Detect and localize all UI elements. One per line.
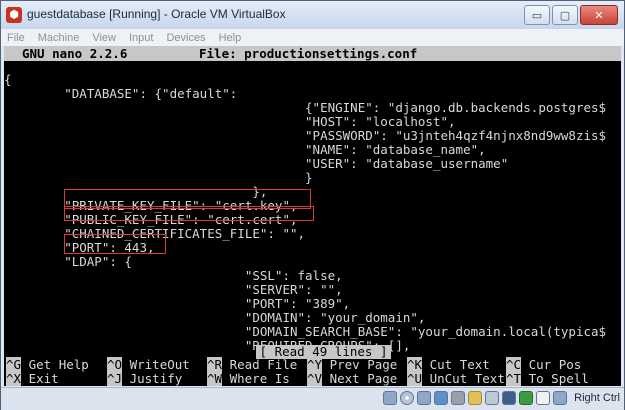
editor-line: "PORT": "389", bbox=[4, 296, 351, 311]
editor-line: { bbox=[4, 72, 12, 87]
editor-line: } bbox=[4, 170, 313, 185]
close-button[interactable]: ✕ bbox=[580, 5, 618, 25]
editor-line: "DOMAIN": "your_domain", bbox=[4, 310, 426, 325]
shortcut-label: Exit bbox=[28, 371, 59, 386]
editor-line: {"ENGINE": "django.db.backends.postgres$ bbox=[4, 100, 607, 115]
menu-machine[interactable]: Machine bbox=[32, 32, 87, 44]
audio-icon[interactable] bbox=[417, 391, 432, 405]
usb-icon[interactable] bbox=[451, 391, 466, 405]
shortcut-key: ^U bbox=[407, 371, 423, 386]
shortcut-read-file[interactable]: ^R Read File bbox=[207, 357, 298, 372]
shortcut-key: ^K bbox=[407, 357, 423, 372]
editor-line: "NAME": "database_name", bbox=[4, 142, 486, 157]
virtualbox-app-icon: ⬢ bbox=[6, 7, 22, 23]
menu-view[interactable]: View bbox=[86, 32, 123, 44]
nano-filename: File: productionsettings.conf bbox=[199, 46, 418, 61]
device-tray: Right Ctrl bbox=[383, 391, 620, 405]
title-bar[interactable]: ⬢ guestdatabase [Running] - Oracle VM Vi… bbox=[1, 1, 624, 30]
editor-line: "SSL": false, bbox=[4, 268, 343, 283]
shortcut-label: Prev Page bbox=[329, 357, 398, 372]
menu-file[interactable]: File bbox=[1, 32, 32, 44]
vm-status-bar: Right Ctrl bbox=[1, 387, 624, 410]
nano-version: GNU nano 2.2.6 bbox=[22, 46, 128, 61]
shortcut-key: ^C bbox=[506, 357, 522, 372]
shortcut-label: Cur Pos bbox=[528, 357, 582, 372]
virtualization-icon bbox=[519, 391, 534, 405]
shortcut-to-spell[interactable]: ^T To Spell bbox=[506, 371, 589, 386]
nano-shortcut-bar: ^G Get Help ^O WriteOut ^R Read File ^Y … bbox=[4, 357, 621, 386]
minimize-button[interactable]: ▭ bbox=[524, 5, 550, 25]
menu-input[interactable]: Input bbox=[123, 32, 160, 44]
vm-display[interactable]: GNU nano 2.2.6 File: productionsettings.… bbox=[4, 46, 621, 386]
restore-button[interactable]: ▢ bbox=[552, 5, 578, 25]
shortcut-prev-page[interactable]: ^Y Prev Page bbox=[307, 357, 398, 372]
shared-folder-icon[interactable] bbox=[468, 391, 483, 405]
shortcut-key: ^G bbox=[6, 357, 22, 372]
shortcut-label: Get Help bbox=[28, 357, 89, 372]
editor-line: "SERVER": "", bbox=[4, 282, 343, 297]
display-icon[interactable] bbox=[485, 391, 500, 405]
shortcut-where-is[interactable]: ^W Where Is bbox=[207, 371, 290, 386]
shortcut-get-help[interactable]: ^G Get Help bbox=[6, 357, 89, 372]
shortcut-cut-text[interactable]: ^K Cut Text bbox=[407, 357, 490, 372]
menu-devices[interactable]: Devices bbox=[160, 32, 212, 44]
hard-disk-icon[interactable] bbox=[383, 391, 398, 405]
editor-line: "HOST": "localhost", bbox=[4, 114, 456, 129]
shortcut-justify[interactable]: ^J Justify bbox=[107, 371, 183, 386]
network-icon[interactable] bbox=[434, 391, 449, 405]
shortcut-next-page[interactable]: ^V Next Page bbox=[307, 371, 398, 386]
shortcut-key: ^V bbox=[307, 371, 323, 386]
shortcut-writeout[interactable]: ^O WriteOut bbox=[107, 357, 190, 372]
keyboard-capture-icon bbox=[553, 391, 568, 405]
virtualbox-window: ⬢ guestdatabase [Running] - Oracle VM Vi… bbox=[0, 0, 625, 410]
nano-status-bar: [ Read 49 lines ] bbox=[4, 344, 621, 359]
shortcut-label: Next Page bbox=[329, 371, 398, 386]
window-controls: ▭ ▢ ✕ bbox=[524, 5, 618, 25]
video-capture-icon[interactable] bbox=[502, 391, 517, 405]
optical-drive-icon[interactable] bbox=[400, 391, 415, 405]
highlight-public-key bbox=[64, 206, 314, 221]
shortcut-key: ^T bbox=[506, 371, 522, 386]
host-key-label: Right Ctrl bbox=[574, 392, 620, 404]
shortcut-key: ^W bbox=[207, 371, 223, 386]
menu-help[interactable]: Help bbox=[213, 32, 249, 44]
window-title: guestdatabase [Running] - Oracle VM Virt… bbox=[27, 7, 286, 21]
shortcut-label: UnCut Text bbox=[429, 371, 505, 386]
nano-title-bar: GNU nano 2.2.6 File: productionsettings.… bbox=[4, 46, 621, 61]
mouse-integration-icon[interactable] bbox=[536, 391, 551, 405]
shortcut-exit[interactable]: ^X Exit bbox=[6, 371, 59, 386]
shortcut-key: ^O bbox=[107, 357, 123, 372]
shortcut-key: ^Y bbox=[307, 357, 323, 372]
shortcut-label: Read File bbox=[229, 357, 298, 372]
shortcut-label: WriteOut bbox=[129, 357, 190, 372]
editor-line: "USER": "database_username" bbox=[4, 156, 509, 171]
menu-bar: File Machine View Input Devices Help bbox=[1, 29, 624, 46]
highlight-port bbox=[64, 234, 166, 254]
shortcut-label: Where Is bbox=[229, 371, 290, 386]
shortcut-key: ^J bbox=[107, 371, 123, 386]
editor-line: "DATABASE": {"default": bbox=[4, 86, 238, 101]
editor-line: "LDAP": { bbox=[4, 254, 132, 269]
shortcut-key: ^R bbox=[207, 357, 223, 372]
editor-line: "DOMAIN_SEARCH_BASE": "your_domain.local… bbox=[4, 324, 607, 339]
shortcut-label: Justify bbox=[129, 371, 183, 386]
editor-line: "PASSWORD": "u3jnteh4qzf4njnx8nd9ww8zis$ bbox=[4, 128, 607, 143]
shortcut-key: ^X bbox=[6, 371, 22, 386]
shortcut-cur-pos[interactable]: ^C Cur Pos bbox=[506, 357, 582, 372]
shortcut-uncut-text[interactable]: ^U UnCut Text bbox=[407, 371, 505, 386]
shortcut-label: Cut Text bbox=[429, 357, 490, 372]
shortcut-label: To Spell bbox=[528, 371, 589, 386]
